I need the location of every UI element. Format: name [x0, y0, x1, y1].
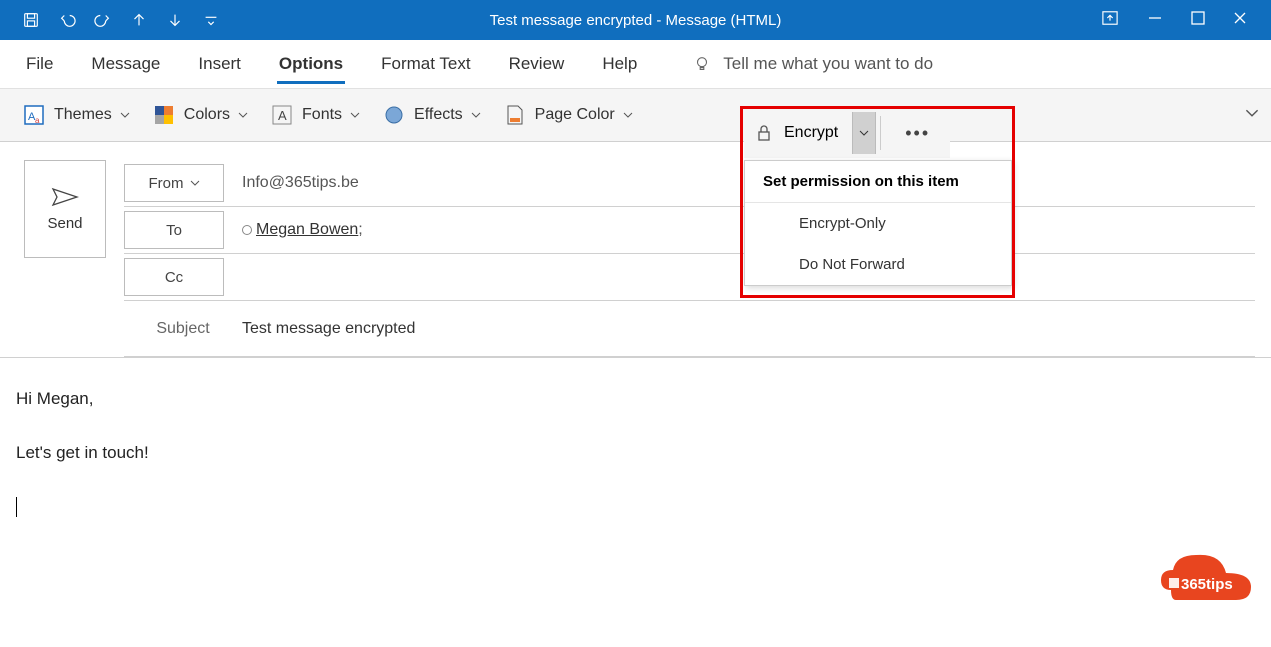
subject-field[interactable]: Test message encrypted [242, 320, 415, 338]
send-icon [51, 187, 79, 207]
svg-text:365tips: 365tips [1181, 576, 1233, 593]
chevron-down-icon [471, 110, 481, 120]
encrypt-menu-header: Set permission on this item [745, 161, 1011, 203]
tell-me-input[interactable]: Tell me what you want to do [723, 54, 933, 74]
chevron-down-icon [190, 178, 200, 188]
save-icon[interactable] [22, 11, 40, 29]
tab-options[interactable]: Options [277, 46, 345, 82]
colors-icon [152, 103, 176, 127]
tab-review[interactable]: Review [507, 46, 567, 82]
undo-icon[interactable] [58, 11, 76, 29]
chevron-down-icon [859, 128, 869, 138]
effects-button[interactable]: Effects [374, 99, 489, 131]
text-cursor [16, 497, 17, 517]
encrypt-only-option[interactable]: Encrypt-Only [745, 203, 1011, 244]
body-line: Hi Megan, [16, 386, 1255, 412]
redo-icon[interactable] [94, 11, 112, 29]
lightbulb-icon [693, 55, 711, 73]
minimize-icon[interactable] [1147, 10, 1163, 31]
watermark-logo: 365tips [1151, 545, 1259, 607]
encrypt-dropdown-toggle[interactable] [852, 112, 876, 154]
encrypt-button[interactable]: Encrypt [744, 117, 848, 149]
tab-help[interactable]: Help [600, 46, 639, 82]
close-icon[interactable] [1233, 11, 1247, 30]
tab-message[interactable]: Message [89, 46, 162, 82]
svg-text:A: A [278, 108, 287, 123]
window-title: Test message encrypted - Message (HTML) [490, 12, 782, 29]
subject-label: Subject [124, 320, 242, 338]
menu-tabs: File Message Insert Options Format Text … [0, 40, 1271, 88]
chevron-down-icon [623, 110, 633, 120]
tab-insert[interactable]: Insert [196, 46, 243, 82]
title-bar: Test message encrypted - Message (HTML) [0, 0, 1271, 40]
from-button[interactable]: From [124, 164, 224, 202]
chevron-down-icon [238, 110, 248, 120]
effects-icon [382, 103, 406, 127]
encrypt-dropdown-menu: Set permission on this item Encrypt-Only… [744, 160, 1012, 286]
message-body[interactable]: Hi Megan, Let's get in touch! [0, 358, 1271, 519]
compose-header: Send From Info@365tips.be To Megan Bowen… [0, 142, 1271, 357]
recipient-chip[interactable]: Megan Bowen [256, 221, 358, 238]
do-not-forward-option[interactable]: Do Not Forward [745, 244, 1011, 285]
page-color-button[interactable]: Page Color [495, 99, 641, 131]
themes-button[interactable]: Aa Themes [14, 99, 138, 131]
fonts-icon: A [270, 103, 294, 127]
arrow-up-icon[interactable] [130, 11, 148, 29]
presence-icon [242, 225, 252, 235]
tab-file[interactable]: File [24, 46, 55, 82]
collapse-ribbon-icon[interactable] [1245, 106, 1259, 125]
to-button[interactable]: To [124, 211, 224, 249]
maximize-icon[interactable] [1191, 11, 1205, 30]
chevron-down-icon [120, 110, 130, 120]
ribbon-options: Aa Themes Colors A Fonts Effects Page Co… [0, 88, 1271, 142]
body-line: Let's get in touch! [16, 440, 1255, 466]
fonts-button[interactable]: A Fonts [262, 99, 368, 131]
chevron-down-icon [350, 110, 360, 120]
tab-format-text[interactable]: Format Text [379, 46, 472, 82]
page-color-icon [503, 103, 527, 127]
cc-button[interactable]: Cc [124, 258, 224, 296]
themes-icon: Aa [22, 103, 46, 127]
qat-dropdown-icon[interactable] [202, 11, 220, 29]
send-button[interactable]: Send [24, 160, 106, 258]
svg-text:a: a [35, 116, 40, 125]
focus-mode-icon[interactable] [1101, 10, 1119, 31]
arrow-down-icon[interactable] [166, 11, 184, 29]
lock-icon [754, 123, 774, 143]
encrypt-group: Encrypt ••• [744, 108, 950, 158]
colors-button[interactable]: Colors [144, 99, 256, 131]
more-options-button[interactable]: ••• [885, 123, 950, 144]
